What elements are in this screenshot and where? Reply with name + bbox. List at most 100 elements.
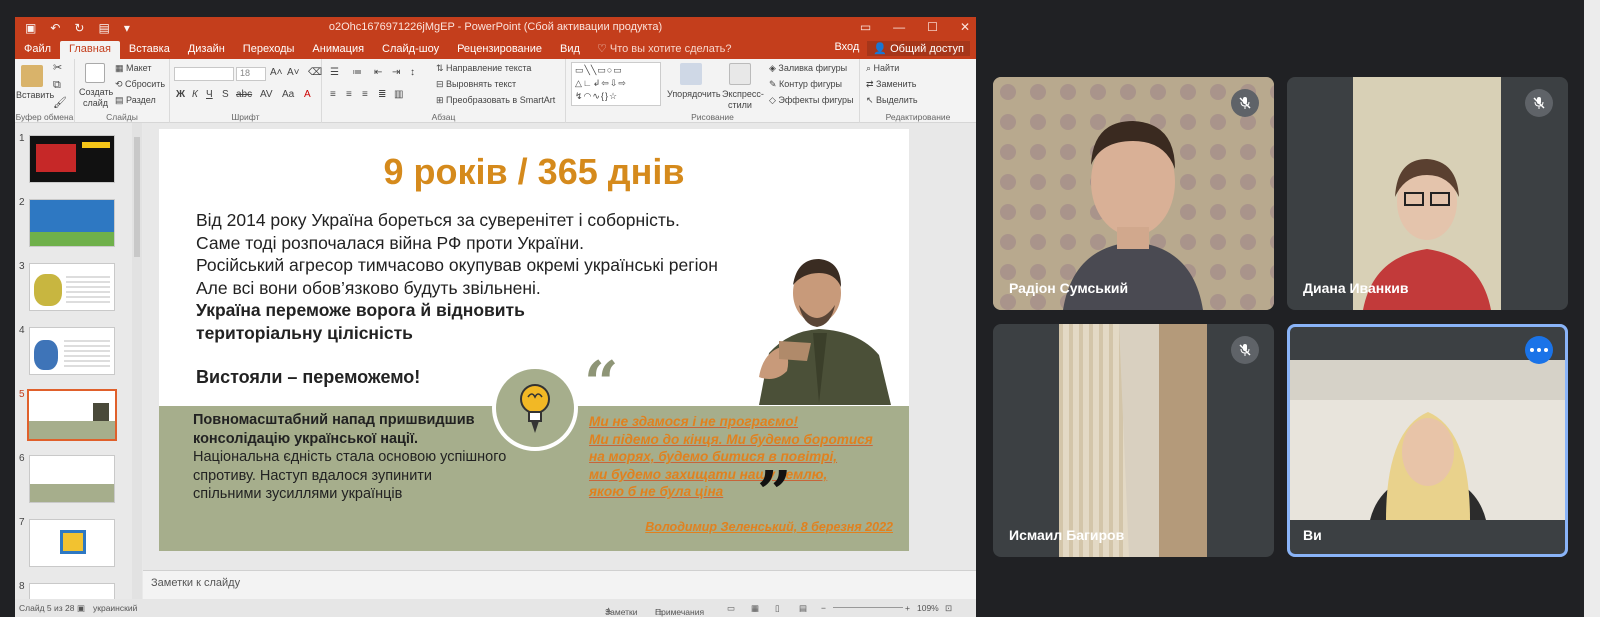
bullets-icon[interactable]: ☰: [330, 67, 339, 78]
tab-design[interactable]: Дизайн: [179, 41, 234, 59]
notes-pane[interactable]: Заметки к слайду: [143, 570, 976, 599]
slide-sorter-icon[interactable]: ▦: [751, 603, 759, 614]
section-button[interactable]: ▤ Раздел: [115, 95, 156, 106]
undo-icon[interactable]: ↶: [50, 21, 60, 35]
new-slide-label-2[interactable]: слайд: [83, 98, 108, 108]
thumbnails-scrollbar[interactable]: [132, 123, 142, 601]
new-slide-label-1[interactable]: Создать: [79, 87, 113, 97]
slide-thumbnail-2[interactable]: [29, 199, 115, 247]
smartart-button[interactable]: ⊞ Преобразовать в SmartArt: [436, 95, 555, 106]
spacing-icon[interactable]: AV: [260, 89, 273, 100]
zoom-out-icon[interactable]: −: [821, 603, 826, 613]
quick-styles-label-2[interactable]: стили: [728, 100, 752, 110]
align-center-icon[interactable]: ≡: [346, 89, 352, 100]
arrange-button[interactable]: Упорядочить: [667, 89, 721, 99]
shape-effects-button[interactable]: ◇ Эффекты фигуры: [769, 95, 853, 106]
shapes-gallery[interactable]: ▭╲╲▭○▭ △∟↲⇦⇩⇨ ↯◠∿{}☆: [571, 62, 661, 106]
line-spacing-icon[interactable]: ↕: [410, 67, 415, 78]
strikethrough-icon[interactable]: abc: [236, 89, 252, 100]
layout-button[interactable]: ▦ Макет: [115, 63, 152, 74]
tell-me-box[interactable]: ♡ Что вы хотите сделать?: [589, 41, 741, 59]
select-button[interactable]: ↖ Выделить: [866, 95, 918, 106]
clear-format-icon[interactable]: ⌫: [308, 67, 322, 78]
format-painter-icon[interactable]: 🖌: [53, 96, 67, 109]
participant-tile-2[interactable]: Диана Иванкив: [1287, 77, 1568, 310]
shrink-font-icon[interactable]: A˅: [287, 67, 300, 78]
participant-name: Исмаил Багиров: [1009, 527, 1125, 543]
zoom-in-icon[interactable]: +: [905, 603, 910, 613]
slide-counter: Слайд 5 из 28: [19, 603, 75, 613]
participant-tile-1[interactable]: Радіон Сумський: [993, 77, 1274, 310]
quick-styles-label-1[interactable]: Экспресс-: [722, 89, 764, 99]
tab-animations[interactable]: Анимация: [303, 41, 373, 59]
font-size-box[interactable]: 18: [236, 67, 266, 81]
tab-transitions[interactable]: Переходы: [234, 41, 304, 59]
italic-icon[interactable]: К: [192, 89, 198, 100]
copy-icon[interactable]: ⧉: [53, 79, 61, 92]
shape-outline-button[interactable]: ✎ Контур фигуры: [769, 79, 842, 90]
text-direction-button[interactable]: ⇅ Направление текста: [436, 63, 531, 74]
tab-slideshow[interactable]: Слайд-шоу: [373, 41, 448, 59]
more-options-button[interactable]: [1525, 336, 1553, 364]
participant-tile-3[interactable]: Исмаил Багиров: [993, 324, 1274, 557]
numbering-icon[interactable]: ≔: [352, 67, 362, 78]
slide-thumbnail-7[interactable]: [29, 519, 115, 567]
redo-icon[interactable]: ↻: [74, 21, 84, 35]
tab-view[interactable]: Вид: [551, 41, 589, 59]
spellcheck-icon[interactable]: ▣: [77, 603, 85, 614]
align-left-icon[interactable]: ≡: [330, 89, 336, 100]
replace-button[interactable]: ⇄ Заменить: [866, 79, 917, 90]
grow-font-icon[interactable]: A˄: [270, 67, 283, 78]
underline-icon[interactable]: Ч: [206, 89, 213, 100]
reading-view-icon[interactable]: ▯: [775, 603, 780, 614]
reset-button[interactable]: ⟲ Сбросить: [115, 79, 165, 90]
current-slide[interactable]: 9 років / 365 днів Від 2014 року Україна…: [159, 129, 909, 551]
slide-thumbnail-1[interactable]: [29, 135, 115, 183]
columns-icon[interactable]: ▥: [394, 89, 403, 100]
effects-icon: ◇: [769, 95, 779, 105]
tab-file[interactable]: Файл: [15, 41, 60, 59]
share-button[interactable]: 👤 Общий доступ: [867, 41, 970, 56]
cut-icon[interactable]: ✂: [53, 61, 62, 74]
language-indicator[interactable]: украинский: [93, 603, 137, 613]
decrease-indent-icon[interactable]: ⇤: [374, 67, 382, 78]
ribbon-display-icon[interactable]: ▭: [860, 20, 871, 34]
fit-to-window-icon[interactable]: ⊡: [945, 603, 952, 614]
tab-insert[interactable]: Вставка: [120, 41, 179, 59]
slide-thumbnail-6[interactable]: [29, 455, 115, 503]
participant-tile-self[interactable]: Ви: [1287, 324, 1568, 557]
slide-thumbnail-3[interactable]: [29, 263, 115, 311]
font-color-icon[interactable]: A: [304, 89, 311, 100]
arrange-icon[interactable]: [680, 63, 702, 85]
slide-thumbnail-5-selected[interactable]: [27, 389, 117, 441]
tab-review[interactable]: Рецензирование: [448, 41, 551, 59]
align-right-icon[interactable]: ≡: [362, 89, 368, 100]
minimize-icon[interactable]: —: [893, 20, 905, 34]
sign-in-link[interactable]: Вход: [834, 41, 859, 56]
zoom-level[interactable]: 109%: [917, 603, 939, 613]
shadow-icon[interactable]: S: [222, 89, 229, 100]
scrollbar-thumb[interactable]: [134, 137, 140, 257]
align-text-button[interactable]: ⊟ Выровнять текст: [436, 79, 516, 90]
save-icon[interactable]: ▣: [25, 21, 36, 35]
font-name-box[interactable]: [174, 67, 234, 81]
zoom-slider[interactable]: [833, 607, 903, 608]
find-button[interactable]: ⌕ Найти: [866, 63, 899, 74]
slideshow-view-icon[interactable]: ▤: [799, 603, 807, 614]
normal-view-icon[interactable]: ▭: [727, 603, 735, 614]
justify-icon[interactable]: ≣: [378, 89, 386, 100]
customize-toolbar-icon[interactable]: ▾: [124, 21, 130, 35]
maximize-icon[interactable]: ☐: [927, 20, 938, 34]
start-slideshow-icon[interactable]: ▤: [98, 21, 109, 35]
tab-home[interactable]: Главная: [60, 41, 120, 59]
slide-thumbnail-4[interactable]: [29, 327, 115, 375]
new-slide-icon[interactable]: [85, 63, 105, 83]
paste-icon[interactable]: [21, 65, 43, 87]
close-icon[interactable]: ✕: [960, 20, 970, 34]
quick-styles-icon[interactable]: [729, 63, 751, 85]
paste-button[interactable]: Вставить: [16, 90, 54, 100]
bold-icon[interactable]: Ж: [176, 89, 185, 100]
change-case-icon[interactable]: Aa: [282, 89, 294, 100]
increase-indent-icon[interactable]: ⇥: [392, 67, 400, 78]
shape-fill-button[interactable]: ◈ Заливка фигуры: [769, 63, 847, 74]
